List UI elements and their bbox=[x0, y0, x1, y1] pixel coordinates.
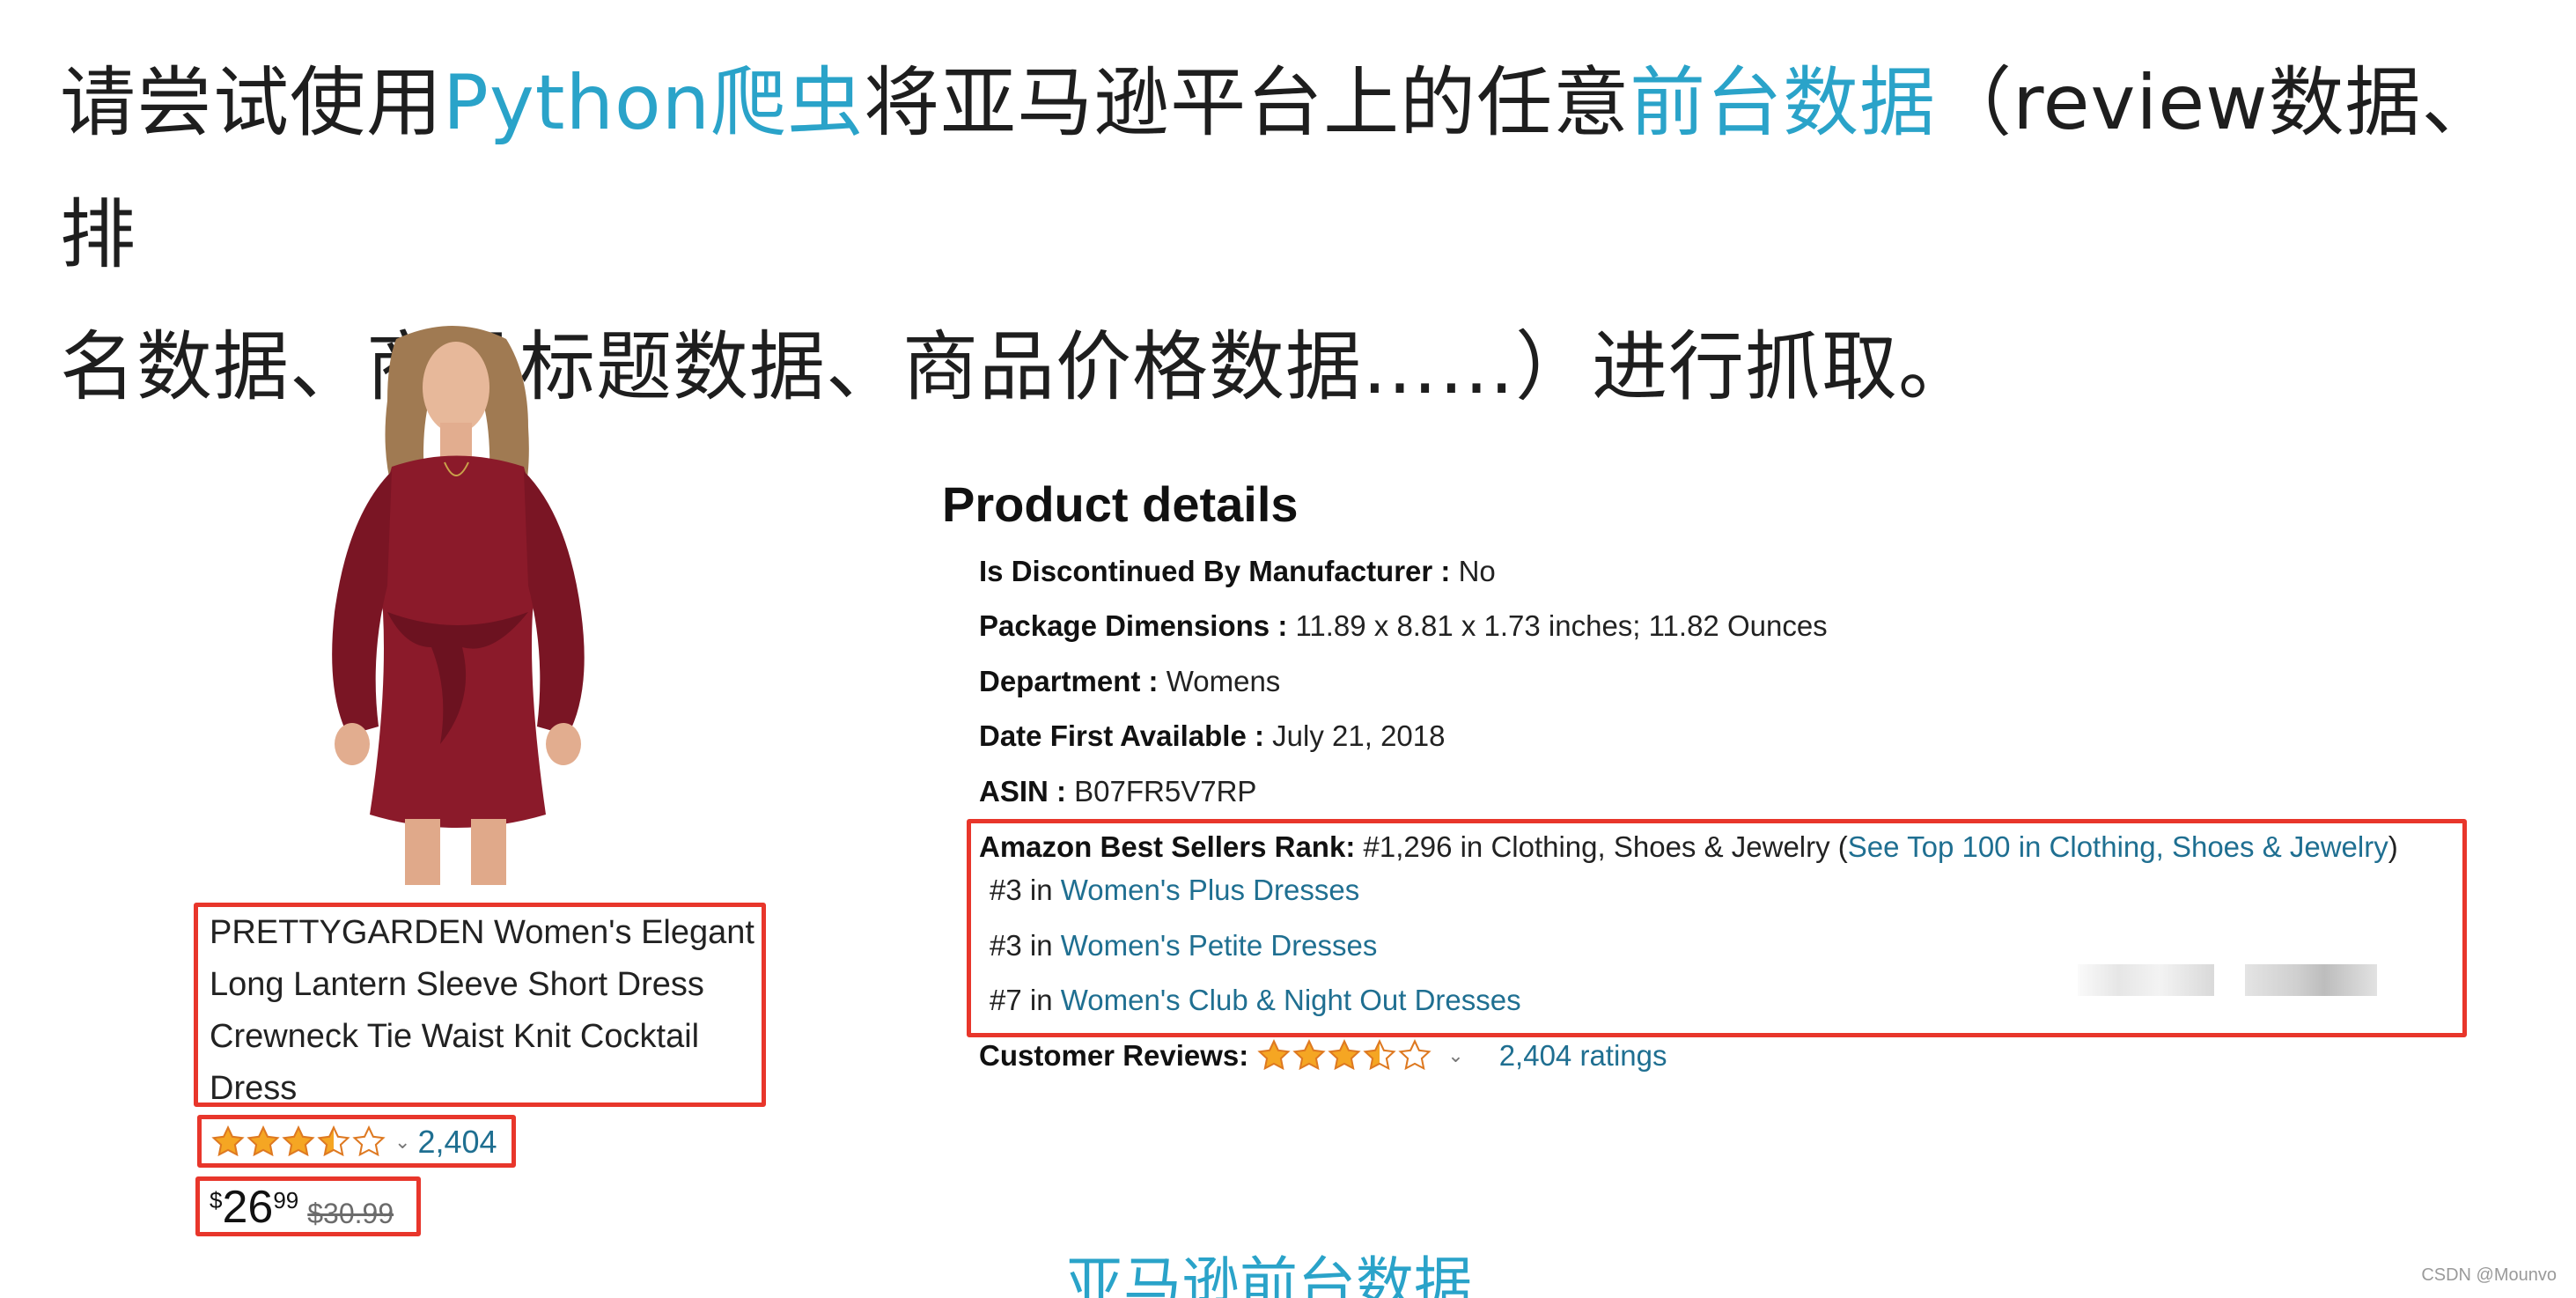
detail-value: July 21, 2018 bbox=[1272, 719, 1446, 752]
star-icon bbox=[1292, 1039, 1326, 1071]
reviews-label: Customer Reviews: bbox=[979, 1039, 1249, 1072]
detail-label: Package Dimensions : bbox=[979, 609, 1288, 642]
detail-row: Package Dimensions : 11.89 x 8.81 x 1.73… bbox=[979, 609, 1828, 643]
sub-rank-item: #7 in Women's Club & Night Out Dresses bbox=[990, 984, 1521, 1017]
sub-rank-number: #3 in bbox=[990, 874, 1061, 906]
star-icon bbox=[1257, 1039, 1291, 1071]
product-rating: ⌄ 2,404 bbox=[211, 1120, 497, 1164]
star-icon bbox=[317, 1125, 350, 1157]
rank-close: ) bbox=[2388, 830, 2398, 863]
sub-rank-number: #7 in bbox=[990, 984, 1061, 1016]
detail-row: Department : Womens bbox=[979, 665, 1280, 698]
best-sellers-rank: Amazon Best Sellers Rank: #1,296 in Clot… bbox=[979, 830, 2398, 864]
star-icon bbox=[247, 1125, 280, 1157]
detail-value: Womens bbox=[1166, 665, 1281, 697]
star-icon bbox=[1363, 1039, 1396, 1071]
heading-highlight-python: Python爬虫 bbox=[443, 59, 865, 147]
chevron-down-icon[interactable]: ⌄ bbox=[1447, 1044, 1463, 1067]
price-list-old: $30.99 bbox=[307, 1198, 394, 1229]
detail-label: Department : bbox=[979, 665, 1159, 697]
product-details-title: Product details bbox=[942, 476, 1299, 532]
watermark: CSDN @Mounvo bbox=[2421, 1265, 2557, 1285]
sub-rank-category-link[interactable]: Women's Plus Dresses bbox=[1061, 874, 1359, 906]
product-title-line: Dress bbox=[210, 1070, 298, 1107]
detail-row: Is Discontinued By Manufacturer : No bbox=[979, 555, 1496, 588]
star-icon bbox=[352, 1125, 386, 1157]
sub-rank-number: #3 in bbox=[990, 929, 1061, 962]
product-image[interactable] bbox=[264, 321, 643, 885]
sub-rank-item: #3 in Women's Petite Dresses bbox=[990, 929, 1377, 962]
detail-label: ASIN : bbox=[979, 775, 1066, 808]
heading-line-1: 请尝试使用Python爬虫将亚马逊平台上的任意前台数据（review数据、排 bbox=[60, 37, 2525, 301]
detail-value: No bbox=[1458, 555, 1496, 587]
chevron-down-icon[interactable]: ⌄ bbox=[394, 1131, 410, 1154]
blurred-region bbox=[2245, 964, 2377, 996]
rank-value: #1,296 in Clothing, Shoes & Jewelry ( bbox=[1363, 830, 1848, 863]
star-icon bbox=[282, 1125, 315, 1157]
caption: 亚马逊前台数据 bbox=[1065, 1250, 1472, 1298]
detail-label: Date First Available : bbox=[979, 719, 1264, 752]
heading-text: 将亚马逊平台上的任意 bbox=[864, 59, 1630, 147]
star-icon bbox=[1398, 1039, 1432, 1071]
product-title[interactable]: PRETTYGARDEN Women's Elegant Long Lanter… bbox=[210, 907, 773, 1115]
price-fraction: 99 bbox=[273, 1187, 299, 1213]
sub-rank-category-link[interactable]: Women's Petite Dresses bbox=[1061, 929, 1378, 962]
product-title-line: Long Lantern Sleeve Short Dress bbox=[210, 966, 704, 1003]
detail-value: B07FR5V7RP bbox=[1074, 775, 1257, 808]
product-price: $ 26 99 $30.99 bbox=[210, 1180, 394, 1235]
star-icon bbox=[211, 1125, 245, 1157]
price-symbol: $ bbox=[210, 1187, 223, 1213]
sub-rank-category-link[interactable]: Women's Club & Night Out Dresses bbox=[1061, 984, 1521, 1016]
rating-count-link[interactable]: 2,404 bbox=[417, 1124, 497, 1161]
detail-value: 11.89 x 8.81 x 1.73 inches; 11.82 Ounces bbox=[1295, 609, 1828, 642]
detail-label: Is Discontinued By Manufacturer : bbox=[979, 555, 1451, 587]
sub-rank-item: #3 in Women's Plus Dresses bbox=[990, 874, 1359, 907]
product-title-line: Crewneck Tie Waist Knit Cocktail bbox=[210, 1018, 700, 1055]
star-rating[interactable] bbox=[1257, 1039, 1433, 1073]
star-rating[interactable] bbox=[211, 1125, 387, 1159]
blurred-region bbox=[2078, 964, 2214, 996]
star-icon bbox=[1328, 1039, 1361, 1071]
detail-row: Date First Available : July 21, 2018 bbox=[979, 719, 1445, 753]
ratings-count-link[interactable]: 2,404 ratings bbox=[1499, 1039, 1667, 1073]
heading-text: 请尝试使用 bbox=[60, 59, 443, 147]
detail-row: ASIN : B07FR5V7RP bbox=[979, 775, 1256, 808]
heading-highlight-frontend-data: 前台数据 bbox=[1630, 59, 1937, 147]
product-title-line: PRETTYGARDEN Women's Elegant bbox=[210, 914, 754, 951]
customer-reviews: Customer Reviews: ⌄ 2,404 ratings bbox=[979, 1039, 1667, 1073]
rank-label: Amazon Best Sellers Rank: bbox=[979, 830, 1356, 863]
see-top-100-link[interactable]: See Top 100 in Clothing, Shoes & Jewelry bbox=[1848, 830, 2388, 863]
price-whole: 26 bbox=[222, 1182, 274, 1233]
